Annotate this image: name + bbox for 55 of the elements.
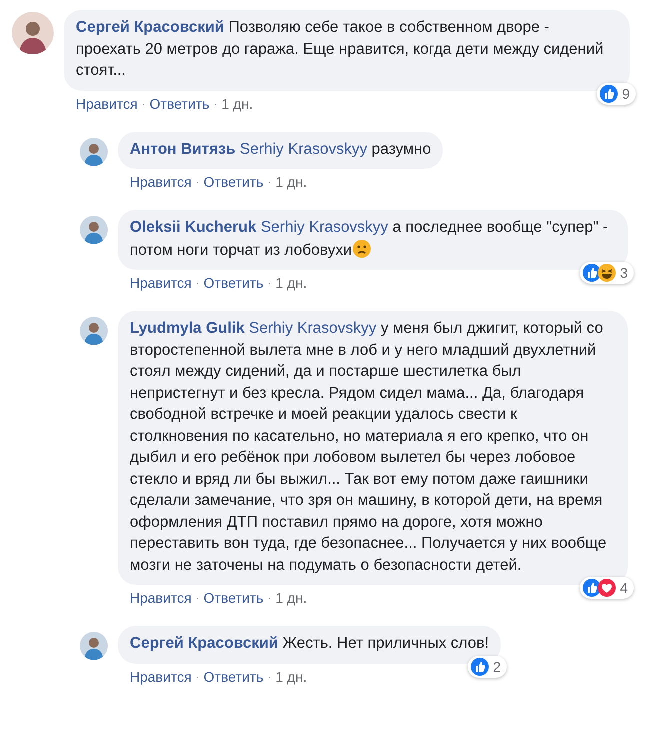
mention-link[interactable]: Serhiy Krasovskyy (260, 219, 388, 236)
reaction-count: 9 (622, 86, 630, 102)
like-icon (471, 658, 490, 676)
like-icon (600, 84, 618, 102)
separator-dot: · (268, 670, 272, 684)
reaction-count: 3 (620, 265, 628, 281)
avatar (80, 216, 108, 244)
action-link[interactable]: Ответить (204, 275, 264, 291)
timestamp[interactable]: 1 дн. (276, 668, 308, 684)
timestamp[interactable]: 1 дн. (276, 590, 308, 606)
author-link[interactable]: Антон Витязь (130, 140, 236, 158)
action-link[interactable]: Ответить (204, 590, 264, 606)
avatar (80, 317, 108, 345)
separator-dot: · (268, 276, 272, 290)
laughing-face-icon (598, 264, 616, 282)
reactions-badge[interactable]: 2 (468, 656, 508, 678)
separator-dot: · (196, 670, 200, 684)
separator-dot: · (268, 591, 272, 605)
action-link[interactable]: Ответить (150, 96, 210, 112)
comment-text: Oleksii Kucheruk Serhiy Krasovskyy а последнее вообще "супер" - потом ноги торчат из лобовухи (130, 218, 610, 260)
comment-text: Lyudmyla Gulik Serhiy Krasovskyy у меня был джигит, который со второстепенной вылета мне в лоб и у него младший двухлетний стоял между сидений, да и постарше шестилетка был непристегнут и без кресла. Рядом сидел мама... Да, благодаря свободной встречке и моей реакции удалось свести к столкновения по касательно, но материала я его крепко, что он дыбил и его ребёнок при лобовом вылетел бы через лобовое стекло и вряд ли бы выжил... Так вот ему потом даже гаишники сделали замечание, что зря он машину, в которой дети, на время оформления ДТП поставил прямо на дороге, хотя можно переставить вон туда, где безопаснее... Получается у них вообще мозги не заточены на подумать о безопасности детей. (130, 319, 608, 576)
separator-dot: · (196, 175, 200, 189)
author-link[interactable]: Oleksii Kucheruk (130, 219, 257, 236)
sad-face-icon (352, 238, 372, 258)
action-link[interactable]: Нравится (130, 668, 192, 684)
author-link[interactable]: Сергей Красовский (130, 635, 278, 652)
mention-link[interactable]: Serhiy Krasovskyy (249, 320, 377, 337)
comment-text: Сергей Красовский Позволяю себе такое в собственном дворе - проехать 20 метров до гаража. Еще нравится, когда дети между сидений стоят... (76, 18, 605, 81)
reactions-badge[interactable]: 9 (597, 82, 636, 104)
reaction-count: 2 (493, 658, 502, 674)
avatar (12, 12, 54, 54)
action-link[interactable]: Нравится (130, 174, 192, 190)
separator-dot: · (142, 96, 146, 110)
avatar (80, 632, 108, 660)
action-link[interactable]: Нравится (130, 590, 192, 606)
action-link[interactable]: Нравится (76, 96, 138, 112)
action-link[interactable]: Нравится (130, 275, 192, 291)
comment-text: Сергей Красовский Жесть. Нет приличных слов! (130, 634, 490, 654)
action-link[interactable]: Ответить (204, 174, 264, 190)
reactions-badge[interactable]: 3 (580, 262, 634, 284)
separator-dot: · (196, 276, 200, 290)
mention-link[interactable]: Serhiy Krasovskyy (240, 140, 368, 158)
separator-dot: · (196, 591, 200, 605)
reactions-badge[interactable]: 4 (580, 577, 634, 599)
action-link[interactable]: Ответить (204, 668, 264, 684)
avatar (80, 138, 108, 166)
separator-dot: · (268, 175, 272, 189)
timestamp[interactable]: 1 дн. (222, 96, 254, 112)
separator-dot: · (214, 96, 218, 110)
author-link[interactable]: Lyudmyla Gulik (130, 320, 245, 337)
timestamp[interactable]: 1 дн. (276, 174, 308, 190)
comment-text: Антон Витязь Serhiy Krasovskyy разумно (130, 140, 432, 160)
reaction-count: 4 (620, 580, 628, 596)
author-link[interactable]: Сергей Красовский (76, 19, 224, 36)
timestamp[interactable]: 1 дн. (276, 275, 308, 291)
